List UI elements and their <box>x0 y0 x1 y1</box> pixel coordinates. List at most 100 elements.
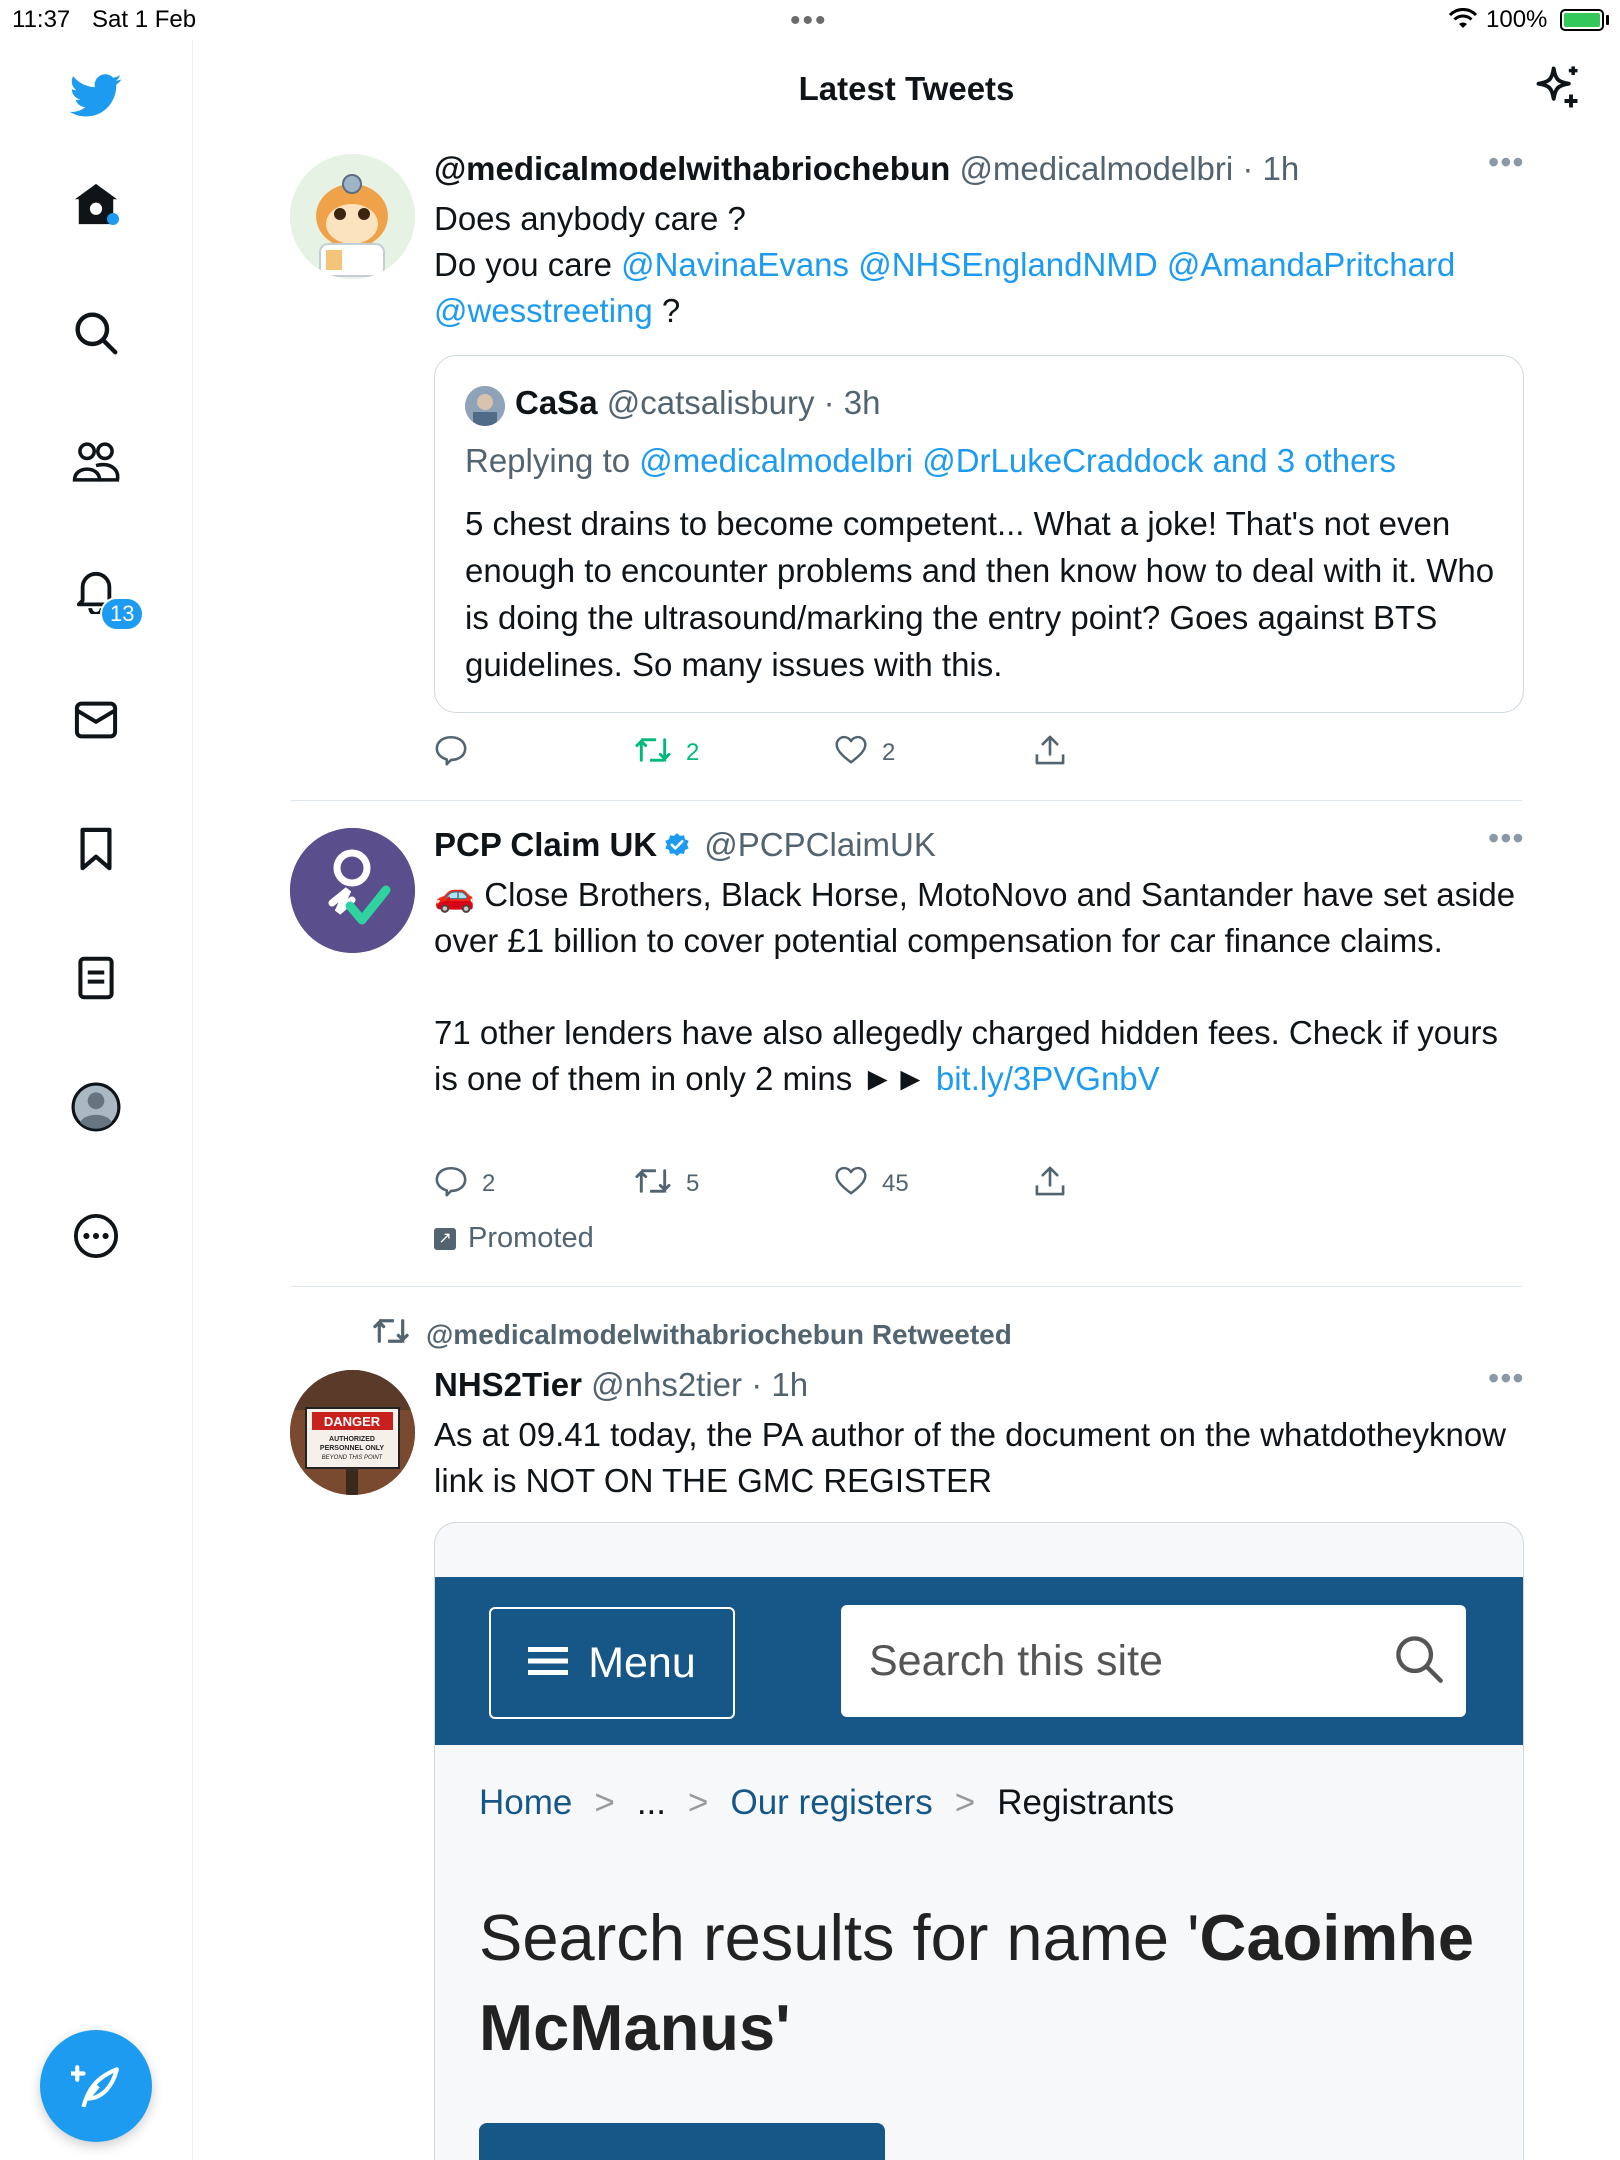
messages-envelope-icon[interactable] <box>60 684 132 756</box>
share-icon <box>1034 1165 1066 1204</box>
like-heart-icon <box>834 735 868 772</box>
user-avatar[interactable]: DANGER AUTHORIZED PERSONNEL ONLY BEYOND … <box>290 1370 415 1495</box>
reply-button[interactable] <box>434 733 482 773</box>
search-icon[interactable] <box>60 297 132 369</box>
mention-link[interactable]: @NavinaEvans <box>621 246 849 283</box>
quote-author-name: CaSa <box>515 384 598 421</box>
quoted-tweet[interactable]: CaSa @catsalisbury · 3h Replying to @med… <box>434 355 1524 713</box>
tweet-image[interactable]: Menu Search this site Home > ... > Our r… <box>434 1522 1524 2160</box>
user-avatar[interactable] <box>290 828 415 953</box>
quote-author-handle: @catsalisbury <box>606 384 815 421</box>
mention-link[interactable]: @medicalmodelbri <box>639 442 913 479</box>
tweet[interactable]: @medicalmodelwithabriochebun @medicalmod… <box>290 144 1524 766</box>
crumb-separator: > <box>954 1783 976 1822</box>
divider <box>290 1286 1522 1287</box>
compose-tweet-button[interactable] <box>40 2030 152 2142</box>
share-icon <box>1034 734 1066 773</box>
author-name[interactable]: PCP Claim UK <box>434 826 657 863</box>
tweet-text-line: Does anybody care ? <box>434 200 746 237</box>
profile-avatar-icon[interactable] <box>60 1071 132 1143</box>
twitter-bird-icon[interactable] <box>60 60 132 132</box>
reply-button[interactable]: 2 <box>434 1164 495 1204</box>
author-handle[interactable]: @nhs2tier <box>591 1366 742 1403</box>
share-button[interactable] <box>1034 733 1066 773</box>
multitasking-dots-icon[interactable]: ••• <box>790 4 828 38</box>
crumb-current: Registrants <box>997 1783 1175 1822</box>
others-link[interactable]: and 3 others <box>1213 442 1396 479</box>
promoted-label: ↗ Promoted <box>434 1222 594 1255</box>
retweet-button[interactable]: 2 <box>634 733 699 773</box>
retweet-count: 2 <box>686 739 700 766</box>
reply-icon <box>434 734 468 773</box>
url-link[interactable]: bit.ly/3PVGnbV <box>936 1060 1160 1097</box>
retweet-button[interactable]: 5 <box>634 1164 699 1204</box>
sparkle-timeline-icon[interactable] <box>1532 62 1584 119</box>
mention-link[interactable]: @DrLukeCraddock <box>922 442 1203 479</box>
sidebar: 13 <box>0 40 193 2160</box>
divider <box>290 800 1522 801</box>
tweet-actions: 2 2 <box>434 733 1134 773</box>
battery-percent: 100% <box>1486 6 1548 33</box>
status-time: 11:37 <box>12 6 71 33</box>
verified-badge-icon <box>663 830 691 868</box>
lists-icon[interactable] <box>60 942 132 1014</box>
retweet-count: 5 <box>686 1170 700 1197</box>
promoted-text: Promoted <box>468 1222 594 1254</box>
status-date: Sat 1 Feb <box>92 6 197 33</box>
crumb-home: Home <box>479 1783 573 1822</box>
like-count: 2 <box>882 739 896 766</box>
quote-time: · 3h <box>823 384 881 421</box>
retweet-icon <box>634 1166 672 1203</box>
gmc-menu-label: Menu <box>588 1638 696 1687</box>
gmc-heading-prefix: Search results for name ' <box>479 1901 1200 1974</box>
mention-link[interactable]: @wesstreeting <box>434 292 653 329</box>
retweeted-by-text[interactable]: @medicalmodelwithabriochebun Retweeted <box>426 1319 1012 1351</box>
tweet-actions: 2 5 45 <box>434 1164 1134 1204</box>
sign-danger: DANGER <box>324 1414 381 1429</box>
tweet-more-icon[interactable]: ••• <box>1488 820 1525 857</box>
share-button[interactable] <box>1034 1164 1066 1204</box>
home-icon[interactable] <box>60 168 132 240</box>
tweet[interactable]: @medicalmodelwithabriochebun Retweeted D… <box>290 1316 1525 2160</box>
gmc-results-heading: Search results for name 'Caoimhe McManus… <box>479 1893 1499 2073</box>
like-count: 45 <box>882 1170 909 1197</box>
sign-personnel: PERSONNEL ONLY <box>320 1445 385 1452</box>
tweet-header: PCP Claim UK @PCPClaimUK <box>434 826 936 868</box>
gmc-header-bar: Menu Search this site <box>435 1577 1523 1745</box>
author-handle[interactable]: @PCPClaimUK <box>704 826 936 863</box>
search-icon <box>1393 1633 1445 1690</box>
gmc-search-box: Search this site <box>841 1605 1466 1717</box>
tweet-time: · 1h <box>1242 150 1300 187</box>
bookmarks-icon[interactable] <box>60 813 132 885</box>
author-name[interactable]: @medicalmodelwithabriochebun <box>434 150 950 187</box>
more-options-icon[interactable] <box>60 1200 132 1272</box>
gmc-button <box>479 2123 885 2160</box>
quote-avatar <box>465 386 505 426</box>
user-avatar[interactable] <box>290 154 415 279</box>
tweet-time: · 1h <box>751 1366 809 1403</box>
hamburger-icon <box>528 1639 569 1688</box>
tweet-text-span: Do you care <box>434 246 622 283</box>
like-button[interactable]: 2 <box>834 733 895 773</box>
tweet-header: NHS2Tier @nhs2tier · 1h <box>434 1366 808 1404</box>
communities-icon[interactable] <box>60 426 132 498</box>
promoted-arrow-icon: ↗ <box>434 1227 456 1250</box>
crumb-registers: Our registers <box>730 1783 933 1822</box>
page-title: Latest Tweets <box>798 70 1015 107</box>
reply-count: 2 <box>482 1170 496 1197</box>
mention-link[interactable]: @AmandaPritchard <box>1167 246 1455 283</box>
tweet-more-icon[interactable]: ••• <box>1488 1360 1525 1397</box>
reply-icon <box>434 1165 468 1204</box>
retweet-icon <box>634 735 672 772</box>
mention-link[interactable]: @NHSEnglandNMD <box>858 246 1157 283</box>
tweet-text: As at 09.41 today, the PA author of the … <box>434 1416 1507 1499</box>
tweet-more-icon[interactable]: ••• <box>1488 144 1525 181</box>
author-name[interactable]: NHS2Tier <box>434 1366 582 1403</box>
retweeted-by: @medicalmodelwithabriochebun Retweeted <box>372 1316 1012 1353</box>
home-unread-dot <box>107 213 119 225</box>
tweet[interactable]: PCP Claim UK @PCPClaimUK ••• 🚗 Close Bro… <box>290 820 1524 1256</box>
crumb-separator: > <box>688 1783 709 1822</box>
author-handle[interactable]: @medicalmodelbri <box>959 150 1233 187</box>
wifi-icon <box>1448 8 1478 37</box>
like-button[interactable]: 45 <box>834 1164 909 1204</box>
